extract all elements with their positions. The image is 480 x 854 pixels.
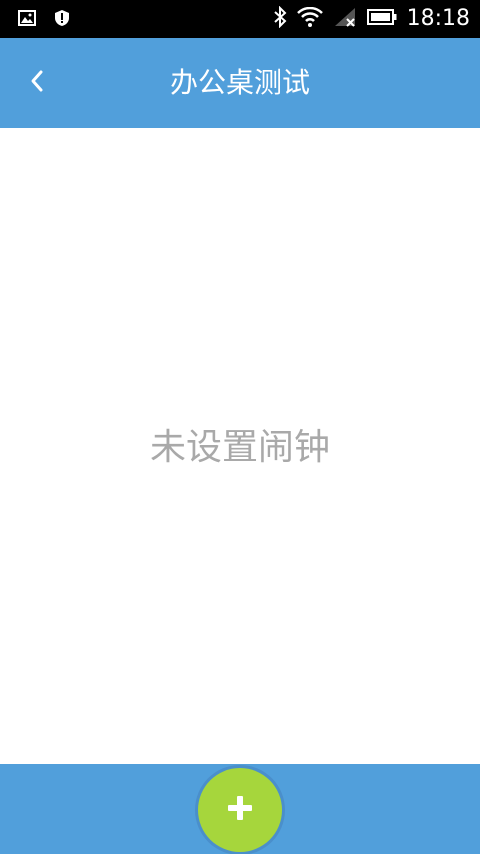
wifi-icon [296,6,323,31]
status-time: 18:18 [406,6,470,31]
battery-icon [366,8,397,30]
empty-state-message: 未设置闹钟 [149,427,330,468]
add-alarm-button[interactable] [198,768,282,852]
app-bar: 办公桌测试 [0,38,480,128]
bottom-bar [0,764,480,854]
alarm-list-area: 未设置闹钟 [0,128,480,764]
image-icon [18,10,36,30]
plus-icon [226,794,254,826]
shield-icon [54,9,70,31]
status-right-icons: 18:18 [273,5,470,32]
page-title: 办公桌测试 [169,66,310,99]
status-bar: 18:18 [0,0,480,38]
status-left-icons [18,9,70,31]
signal-off-icon [333,6,357,32]
bluetooth-icon [273,5,287,32]
